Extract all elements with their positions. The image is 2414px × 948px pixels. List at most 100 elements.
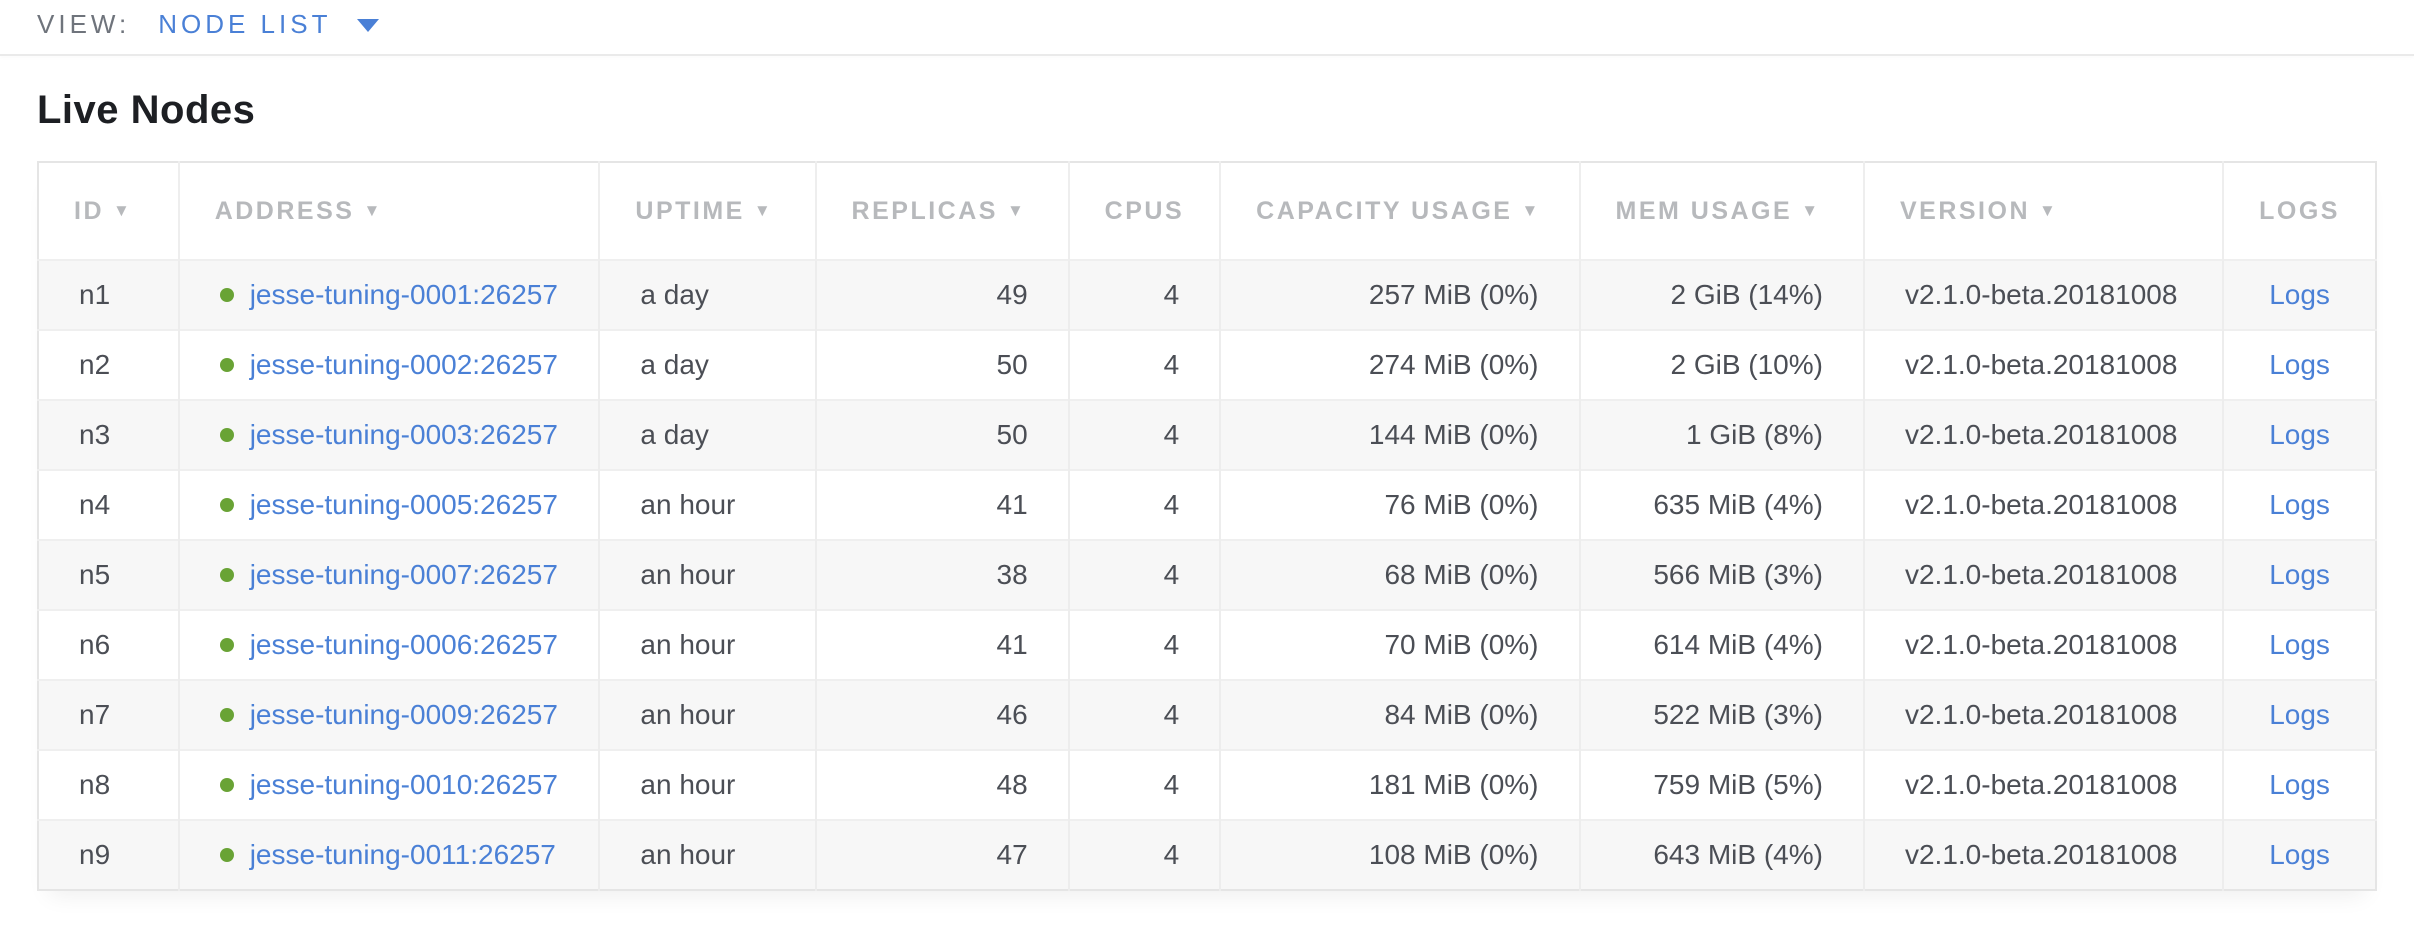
- column-header-capacity[interactable]: CAPACITY USAGE▼: [1220, 162, 1579, 260]
- version-cell: v2.1.0-beta.20181008: [1864, 750, 2223, 820]
- view-selected-value: NODE LIST: [158, 9, 331, 40]
- column-header-label: MEM USAGE: [1616, 197, 1793, 225]
- table-row-n2: n2jesse-tuning-0002:26257a day504274 MiB…: [38, 330, 2376, 400]
- address-cell: jesse-tuning-0002:26257: [179, 330, 600, 400]
- node-logs-link[interactable]: Logs: [2269, 769, 2330, 800]
- address-cell: jesse-tuning-0011:26257: [179, 820, 600, 890]
- table-row-n1: n1jesse-tuning-0001:26257a day494257 MiB…: [38, 260, 2376, 330]
- version-cell: v2.1.0-beta.20181008: [1864, 330, 2223, 400]
- node-address-link[interactable]: jesse-tuning-0002:26257: [250, 349, 558, 381]
- version-cell: v2.1.0-beta.20181008: [1864, 400, 2223, 470]
- cpus-cell: 4: [1069, 260, 1220, 330]
- address-wrap: jesse-tuning-0011:26257: [220, 839, 559, 871]
- table-row-n4: n4jesse-tuning-0005:26257an hour41476 Mi…: [38, 470, 2376, 540]
- logs-cell: Logs: [2223, 820, 2376, 890]
- address-wrap: jesse-tuning-0009:26257: [220, 699, 559, 731]
- node-logs-link[interactable]: Logs: [2269, 559, 2330, 590]
- capacity-cell: 84 MiB (0%): [1220, 680, 1579, 750]
- node-address-link[interactable]: jesse-tuning-0011:26257: [250, 839, 556, 871]
- replicas-cell: 41: [816, 470, 1069, 540]
- live-nodes-table: ID▼ADDRESS▼UPTIME▼REPLICAS▼CPUSCAPACITY …: [37, 161, 2377, 891]
- id-cell: n6: [38, 610, 179, 680]
- logs-cell: Logs: [2223, 750, 2376, 820]
- capacity-cell: 274 MiB (0%): [1220, 330, 1579, 400]
- replicas-cell: 50: [816, 330, 1069, 400]
- table-row-n5: n5jesse-tuning-0007:26257an hour38468 Mi…: [38, 540, 2376, 610]
- sort-desc-icon: ▼: [754, 201, 773, 220]
- column-header-label: UPTIME: [635, 197, 744, 225]
- capacity-cell: 144 MiB (0%): [1220, 400, 1579, 470]
- node-address-link[interactable]: jesse-tuning-0003:26257: [250, 419, 558, 451]
- version-cell: v2.1.0-beta.20181008: [1864, 610, 2223, 680]
- sort-desc-icon: ▼: [2039, 201, 2058, 220]
- capacity-cell: 76 MiB (0%): [1220, 470, 1579, 540]
- column-header-mem[interactable]: MEM USAGE ▼: [1580, 162, 1864, 260]
- logs-cell: Logs: [2223, 260, 2376, 330]
- logs-cell: Logs: [2223, 330, 2376, 400]
- address-wrap: jesse-tuning-0006:26257: [220, 629, 559, 661]
- id-cell: n9: [38, 820, 179, 890]
- logs-cell: Logs: [2223, 610, 2376, 680]
- caret-down-icon: [357, 19, 379, 32]
- mem-cell: 1 GiB (8%): [1580, 400, 1864, 470]
- page-title: Live Nodes: [37, 88, 2377, 133]
- node-address-link[interactable]: jesse-tuning-0010:26257: [250, 769, 558, 801]
- column-header-address[interactable]: ADDRESS▼: [179, 162, 600, 260]
- uptime-cell: a day: [599, 260, 815, 330]
- node-live-status-dot-icon: [220, 428, 234, 442]
- address-cell: jesse-tuning-0006:26257: [179, 610, 600, 680]
- address-wrap: jesse-tuning-0002:26257: [220, 349, 559, 381]
- address-cell: jesse-tuning-0010:26257: [179, 750, 600, 820]
- mem-cell: 614 MiB (4%): [1580, 610, 1864, 680]
- node-live-status-dot-icon: [220, 778, 234, 792]
- column-header-label: LOGS: [2259, 197, 2340, 225]
- column-header-label: VERSION: [1900, 197, 2030, 225]
- table-row-n8: n8jesse-tuning-0010:26257an hour484181 M…: [38, 750, 2376, 820]
- cpus-cell: 4: [1069, 540, 1220, 610]
- address-cell: jesse-tuning-0001:26257: [179, 260, 600, 330]
- logs-cell: Logs: [2223, 540, 2376, 610]
- uptime-cell: a day: [599, 400, 815, 470]
- view-selector-dropdown[interactable]: NODE LIST: [158, 9, 379, 40]
- node-address-link[interactable]: jesse-tuning-0001:26257: [250, 279, 558, 311]
- node-logs-link[interactable]: Logs: [2269, 419, 2330, 450]
- node-address-link[interactable]: jesse-tuning-0005:26257: [250, 489, 558, 521]
- sort-desc-icon: ▼: [1521, 201, 1540, 220]
- capacity-cell: 108 MiB (0%): [1220, 820, 1579, 890]
- cpus-cell: 4: [1069, 330, 1220, 400]
- address-wrap: jesse-tuning-0001:26257: [220, 279, 559, 311]
- node-logs-link[interactable]: Logs: [2269, 839, 2330, 870]
- node-address-link[interactable]: jesse-tuning-0007:26257: [250, 559, 558, 591]
- sort-desc-icon: ▼: [1801, 201, 1820, 220]
- cpus-cell: 4: [1069, 750, 1220, 820]
- table-body: n1jesse-tuning-0001:26257a day494257 MiB…: [38, 260, 2376, 890]
- id-cell: n4: [38, 470, 179, 540]
- address-cell: jesse-tuning-0005:26257: [179, 470, 600, 540]
- node-address-link[interactable]: jesse-tuning-0006:26257: [250, 629, 558, 661]
- table-header: ID▼ADDRESS▼UPTIME▼REPLICAS▼CPUSCAPACITY …: [38, 162, 2376, 260]
- replicas-cell: 50: [816, 400, 1069, 470]
- node-live-status-dot-icon: [220, 358, 234, 372]
- column-header-replicas[interactable]: REPLICAS▼: [816, 162, 1069, 260]
- replicas-cell: 38: [816, 540, 1069, 610]
- column-header-id[interactable]: ID▼: [38, 162, 179, 260]
- cpus-cell: 4: [1069, 400, 1220, 470]
- node-logs-link[interactable]: Logs: [2269, 699, 2330, 730]
- node-logs-link[interactable]: Logs: [2269, 279, 2330, 310]
- node-logs-link[interactable]: Logs: [2269, 349, 2330, 380]
- replicas-cell: 47: [816, 820, 1069, 890]
- node-live-status-dot-icon: [220, 288, 234, 302]
- node-logs-link[interactable]: Logs: [2269, 629, 2330, 660]
- node-logs-link[interactable]: Logs: [2269, 489, 2330, 520]
- capacity-cell: 257 MiB (0%): [1220, 260, 1579, 330]
- node-live-status-dot-icon: [220, 708, 234, 722]
- id-cell: n5: [38, 540, 179, 610]
- column-header-version[interactable]: VERSION ▼: [1864, 162, 2223, 260]
- node-live-status-dot-icon: [220, 568, 234, 582]
- capacity-cell: 181 MiB (0%): [1220, 750, 1579, 820]
- uptime-cell: a day: [599, 330, 815, 400]
- version-cell: v2.1.0-beta.20181008: [1864, 470, 2223, 540]
- column-header-uptime[interactable]: UPTIME ▼: [599, 162, 815, 260]
- cpus-cell: 4: [1069, 470, 1220, 540]
- node-address-link[interactable]: jesse-tuning-0009:26257: [250, 699, 558, 731]
